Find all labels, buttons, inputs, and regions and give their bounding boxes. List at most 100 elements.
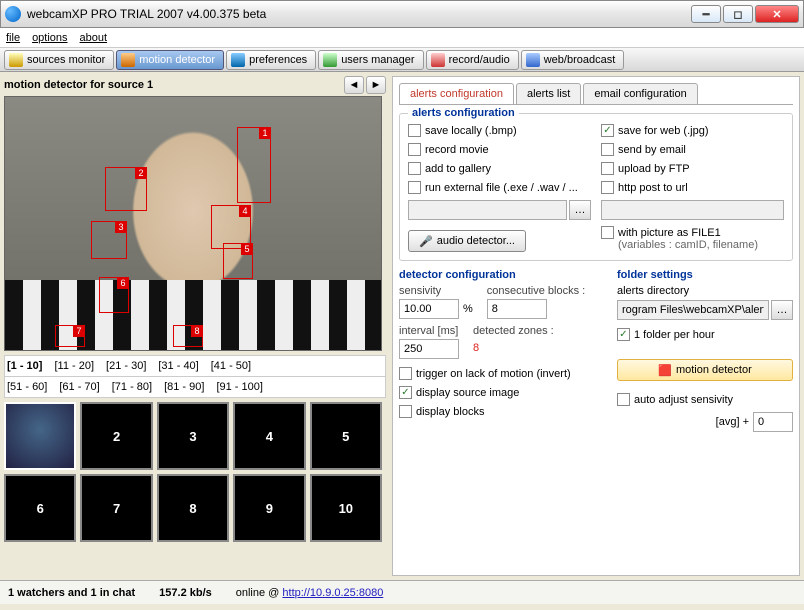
motion-toggle-icon: 🟥 <box>658 364 672 377</box>
chk-trigger-invert[interactable] <box>399 367 412 380</box>
range-31-40[interactable]: [31 - 40] <box>158 360 198 372</box>
config-tabs: alerts configuration alerts list email c… <box>399 83 793 105</box>
tab-users-manager[interactable]: users manager <box>318 50 423 70</box>
detector-config-title: detector configuration <box>399 269 607 281</box>
range-91-100[interactable]: [91 - 100] <box>216 381 262 393</box>
prev-source-button[interactable]: ◄ <box>344 76 364 94</box>
range-61-70[interactable]: [61 - 70] <box>59 381 99 393</box>
toolbar: sources monitor motion detector preferen… <box>0 48 804 72</box>
chk-save-locally[interactable] <box>408 124 421 137</box>
menu-about[interactable]: about <box>80 32 108 44</box>
online-label: online @ <box>236 587 283 599</box>
monitor-icon <box>9 53 23 67</box>
detection-rect-8: 8 <box>173 325 203 347</box>
thumb-2[interactable]: 2 <box>80 402 152 470</box>
external-file-input[interactable] <box>408 200 567 220</box>
thumb-10[interactable]: 10 <box>310 474 382 542</box>
source-range-row-1: [1 - 10] [11 - 20] [21 - 30] [31 - 40] [… <box>4 355 386 377</box>
chk-upload-ftp[interactable] <box>601 162 614 175</box>
browse-external-button[interactable]: … <box>569 200 591 220</box>
tab-alerts-list[interactable]: alerts list <box>516 83 581 104</box>
tab-preferences[interactable]: preferences <box>226 50 316 70</box>
chk-add-gallery[interactable] <box>408 162 421 175</box>
chk-run-external[interactable] <box>408 181 421 194</box>
window-title: webcamXP PRO TRIAL 2007 v4.00.375 beta <box>27 7 691 21</box>
menu-file[interactable]: file <box>6 32 20 44</box>
interval-input[interactable] <box>399 339 459 359</box>
alerts-directory-input[interactable] <box>617 300 769 320</box>
source-range-row-2: [51 - 60] [61 - 70] [71 - 80] [81 - 90] … <box>4 377 386 398</box>
thumb-6[interactable]: 6 <box>4 474 76 542</box>
close-button[interactable]: ✕ <box>755 5 799 23</box>
audio-detector-button[interactable]: 🎤audio detector... <box>408 230 526 252</box>
detection-rect-7: 7 <box>55 325 85 347</box>
tab-sources-monitor[interactable]: sources monitor <box>4 50 114 70</box>
chk-with-picture[interactable] <box>601 226 614 239</box>
motion-icon <box>121 53 135 67</box>
detection-rect-2: 2 <box>105 167 147 211</box>
range-21-30[interactable]: [21 - 30] <box>106 360 146 372</box>
next-source-button[interactable]: ► <box>366 76 386 94</box>
range-41-50[interactable]: [41 - 50] <box>211 360 251 372</box>
thumb-5[interactable]: 5 <box>310 402 382 470</box>
browse-directory-button[interactable]: … <box>771 300 793 320</box>
thumb-3[interactable]: 3 <box>157 402 229 470</box>
range-1-10[interactable]: [1 - 10] <box>7 360 42 372</box>
globe-icon <box>526 53 540 67</box>
bandwidth-status: 157.2 kb/s <box>159 587 212 599</box>
chk-auto-adjust[interactable] <box>617 393 630 406</box>
thumb-7[interactable]: 7 <box>80 474 152 542</box>
motion-detector-button[interactable]: 🟥motion detector <box>617 359 793 381</box>
app-icon <box>5 6 21 22</box>
statusbar: 1 watchers and 1 in chat 157.2 kb/s onli… <box>0 580 804 604</box>
detected-zones-value: 8 <box>473 342 554 354</box>
range-81-90[interactable]: [81 - 90] <box>164 381 204 393</box>
alerts-group-title: alerts configuration <box>408 107 519 119</box>
maximize-button[interactable]: ◻ <box>723 5 753 23</box>
avg-offset-input[interactable] <box>753 412 793 432</box>
source-thumbnails: 2 3 4 5 6 7 8 9 10 <box>4 402 382 542</box>
thumb-9[interactable]: 9 <box>233 474 305 542</box>
tab-email-configuration[interactable]: email configuration <box>583 83 697 104</box>
titlebar: webcamXP PRO TRIAL 2007 v4.00.375 beta ━… <box>0 0 804 28</box>
mic-icon: 🎤 <box>419 235 433 248</box>
thumb-8[interactable]: 8 <box>157 474 229 542</box>
motion-detector-title: motion detector for source 1 <box>4 79 342 91</box>
range-51-60[interactable]: [51 - 60] <box>7 381 47 393</box>
detection-rect-1: 1 <box>237 127 271 203</box>
video-preview[interactable]: 12345678 <box>4 96 382 351</box>
http-url-input[interactable] <box>601 200 784 220</box>
thumb-4[interactable]: 4 <box>233 402 305 470</box>
minimize-button[interactable]: ━ <box>691 5 721 23</box>
detection-rect-6: 6 <box>99 277 129 313</box>
chk-send-email[interactable] <box>601 143 614 156</box>
alerts-configuration-group: alerts configuration save locally (.bmp)… <box>399 113 793 261</box>
menubar: file options about <box>0 28 804 48</box>
chk-display-source[interactable]: ✓ <box>399 386 412 399</box>
chk-save-web[interactable]: ✓ <box>601 124 614 137</box>
chk-record-movie[interactable] <box>408 143 421 156</box>
detection-rect-3: 3 <box>91 221 127 259</box>
menu-options[interactable]: options <box>32 32 67 44</box>
tab-alerts-configuration[interactable]: alerts configuration <box>399 83 514 104</box>
watchers-status: 1 watchers and 1 in chat <box>8 587 135 599</box>
record-icon <box>431 53 445 67</box>
chk-folder-per-hour[interactable]: ✓ <box>617 328 630 341</box>
detection-rect-5: 5 <box>223 243 253 279</box>
alerts-directory-label: alerts directory <box>617 285 689 297</box>
tab-web-broadcast[interactable]: web/broadcast <box>521 50 625 70</box>
consecutive-blocks-input[interactable] <box>487 299 547 319</box>
motion-detector-header: motion detector for source 1 ◄ ► <box>4 76 386 94</box>
with-picture-hint: (variables : camID, filename) <box>618 239 784 251</box>
sensitivity-input[interactable] <box>399 299 459 319</box>
gear-icon <box>231 53 245 67</box>
thumb-1[interactable] <box>4 402 76 470</box>
folder-settings-title: folder settings <box>617 269 793 281</box>
chk-display-blocks[interactable] <box>399 405 412 418</box>
tab-motion-detector[interactable]: motion detector <box>116 50 224 70</box>
range-71-80[interactable]: [71 - 80] <box>112 381 152 393</box>
chk-http-post[interactable] <box>601 181 614 194</box>
tab-record-audio[interactable]: record/audio <box>426 50 519 70</box>
range-11-20[interactable]: [11 - 20] <box>54 360 94 372</box>
online-link[interactable]: http://10.9.0.25:8080 <box>282 587 383 599</box>
